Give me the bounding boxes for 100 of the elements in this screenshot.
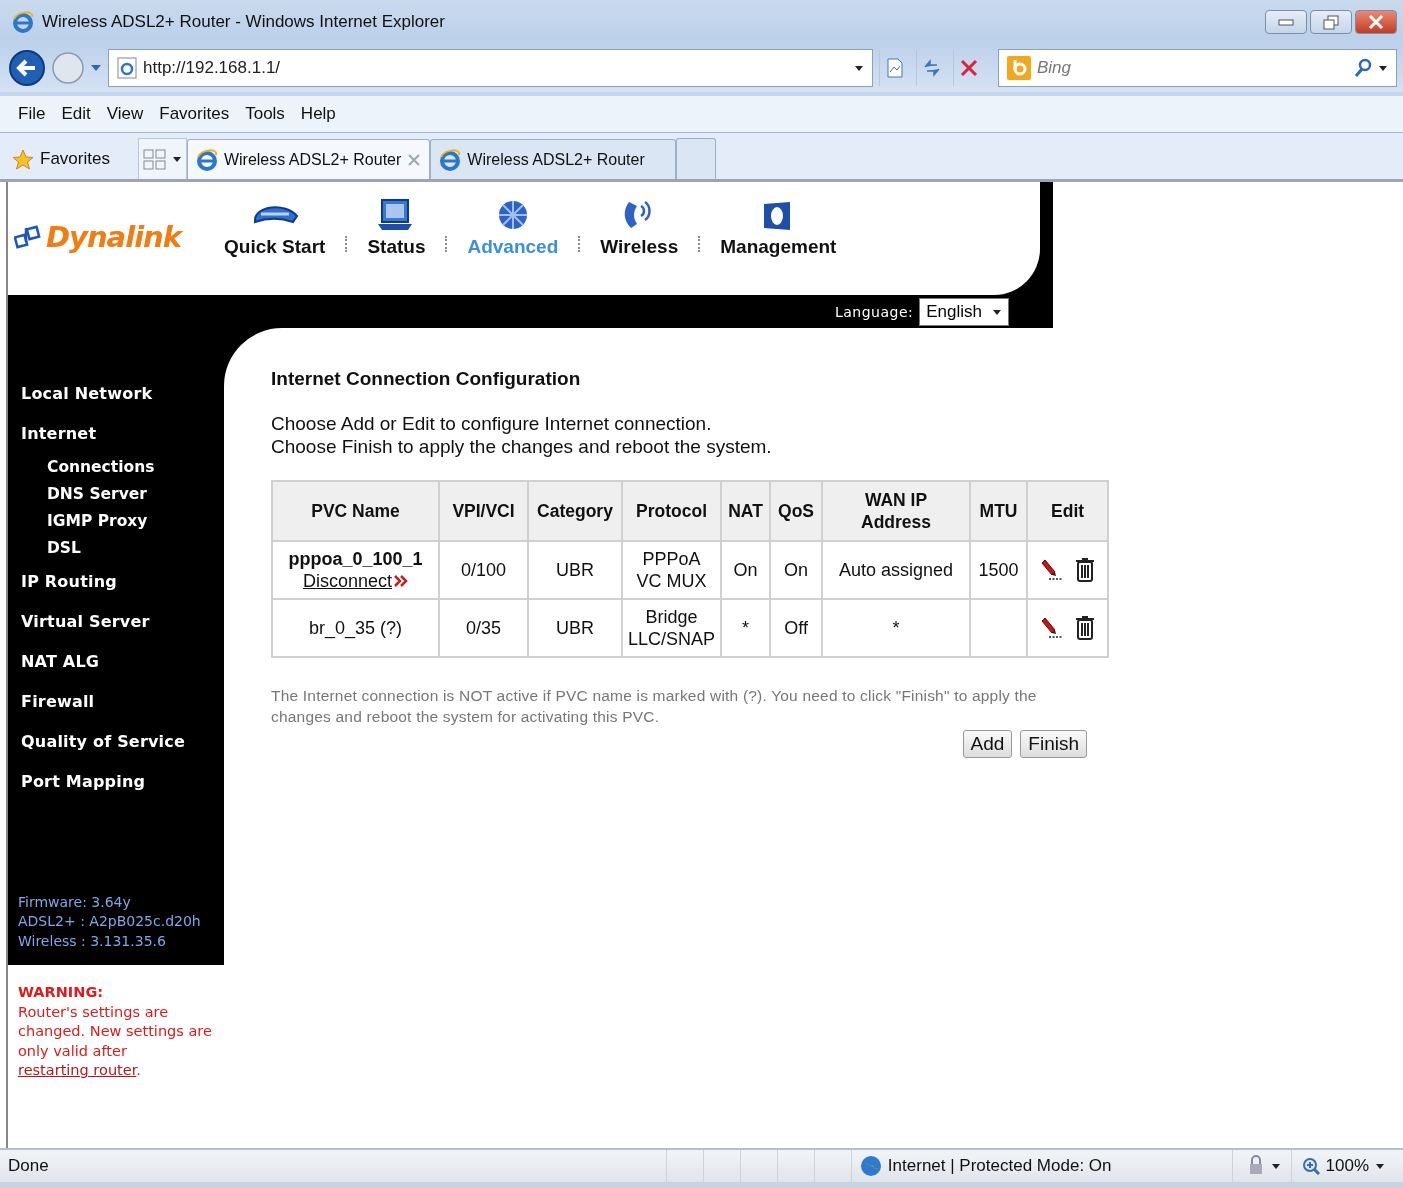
search-icon[interactable] <box>1354 58 1372 78</box>
favorites-button[interactable]: Favorites <box>40 149 110 169</box>
nav-tab[interactable]: Status <box>367 198 426 258</box>
security-zone: Internet | Protected Mode: On <box>887 1156 1112 1176</box>
window-title: Wireless ADSL2+ Router - Windows Internet Explorer <box>42 12 446 32</box>
version-info: Wireless : 3.131.35.6 <box>18 931 167 951</box>
language-select[interactable]: English <box>919 297 1009 326</box>
delete-button[interactable] <box>1074 615 1095 641</box>
sidebar-subitem[interactable]: DSL <box>21 535 224 562</box>
edit-button[interactable] <box>1040 616 1065 640</box>
menu-item[interactable]: Edit <box>53 104 99 124</box>
column-header: MTU <box>970 481 1028 541</box>
table-cell: UBR <box>528 541 622 599</box>
restore-icon <box>1323 14 1339 30</box>
page-icon <box>195 148 218 171</box>
nav-tab[interactable]: Wireless <box>600 198 679 258</box>
stop-icon[interactable] <box>959 58 979 78</box>
dropdown-caret-icon[interactable] <box>854 63 864 73</box>
page-icon <box>439 148 462 171</box>
column-header: Protocol <box>622 481 722 541</box>
delete-button[interactable] <box>1074 557 1095 583</box>
table-cell: 1500 <box>970 541 1028 599</box>
pencil-icon <box>1040 558 1065 582</box>
trash-icon <box>1074 557 1095 583</box>
table-cell: Bridge LLC/SNAP <box>622 599 722 657</box>
globe-icon <box>859 1155 882 1177</box>
table-cell: * <box>721 599 771 657</box>
disconnect-link[interactable]: Disconnect <box>302 570 408 592</box>
version-info: ADSL2+ : A2pB025c.d20h <box>18 912 202 931</box>
restore-button[interactable] <box>1310 10 1352 34</box>
logo-icon <box>14 224 42 250</box>
table-cell: Off <box>770 599 823 657</box>
status-text: Done <box>8 1156 50 1176</box>
nav-tab[interactable]: Management <box>720 198 837 258</box>
menu-item[interactable]: View <box>98 104 152 124</box>
column-header: Category <box>528 481 622 541</box>
table-cell: On <box>770 541 823 599</box>
table-cell: pppoa_0_100_1 Disconnect <box>272 541 439 599</box>
version-info: Firmware: 3.64y <box>18 892 132 912</box>
minimize-button[interactable] <box>1265 10 1307 34</box>
nav-tab[interactable]: Quick Start <box>224 198 326 258</box>
edit-button[interactable] <box>1040 558 1065 582</box>
zoom-icon[interactable] <box>1301 1157 1320 1175</box>
column-header: WAN IP Address <box>822 481 971 541</box>
sidebar-subitem[interactable]: DNS Server <box>21 481 224 508</box>
menu-item[interactable]: Help <box>292 104 344 124</box>
brand-logo: Dynalink <box>46 220 181 254</box>
search-options-caret-icon[interactable] <box>1378 63 1388 73</box>
menu-item[interactable]: Tools <box>237 104 293 124</box>
sidebar-item[interactable]: Quality of Service <box>21 722 224 762</box>
search-field[interactable]: Bing <box>998 49 1397 87</box>
menu-item[interactable]: File <box>10 104 54 124</box>
star-icon <box>12 148 34 170</box>
protected-mode-caret-icon[interactable] <box>1270 1161 1281 1171</box>
language-label: Language: <box>834 303 914 320</box>
action-button[interactable]: Add <box>962 730 1013 758</box>
warning-text: Router's settings are changed. New settings are only valid after restarting router. <box>18 1002 213 1080</box>
page-heading: Internet Connection Configuration <box>271 368 582 390</box>
sidebar-subitem[interactable]: IGMP Proxy <box>21 508 224 535</box>
action-button[interactable]: Finish <box>1020 730 1087 758</box>
sidebar-item[interactable]: NAT ALG <box>21 642 224 682</box>
table-cell: br_0_35 (?) <box>272 599 439 657</box>
restart-link[interactable]: restarting router <box>18 1062 137 1078</box>
instruction-text: Choose Add or Edit to configure Internet connection. <box>271 412 713 435</box>
browser-tab[interactable]: Wireless ADSL2+ Router <box>186 139 431 179</box>
column-header: VPI/VCI <box>439 481 528 541</box>
minimize-icon <box>1278 17 1294 27</box>
page-icon <box>117 57 137 79</box>
table-cell: 0/35 <box>439 599 528 657</box>
pencil-icon <box>1040 616 1065 640</box>
compatibility-view-icon[interactable] <box>885 58 905 78</box>
table-cell: PPPoA VC MUX <box>622 541 722 599</box>
sidebar-item[interactable]: Virtual Server <box>21 602 224 642</box>
address-field[interactable]: http://192.168.1.1/ <box>108 49 873 87</box>
trash-icon <box>1074 615 1095 641</box>
table-cell: * <box>822 599 971 657</box>
note-text: The Internet connection is NOT active if PVC name is marked with (?). You need to click "Finish" to apply the changes and reboot the system for activating this PVC. <box>271 686 1038 727</box>
back-button-icon[interactable] <box>8 49 46 87</box>
sidebar-subitem[interactable]: Connections <box>21 454 224 481</box>
zoom-caret-icon[interactable] <box>1375 1161 1385 1171</box>
warning-title: WARNING: <box>18 983 105 1002</box>
column-header: Edit <box>1027 481 1109 541</box>
column-header: PVC Name <box>272 481 439 541</box>
sidebar-item[interactable]: Internet <box>21 414 224 454</box>
bing-logo-icon <box>1007 56 1031 80</box>
close-icon <box>1368 14 1384 30</box>
browser-tab[interactable]: Wireless ADSL2+ Router <box>430 139 676 179</box>
close-button[interactable] <box>1355 10 1397 34</box>
sidebar-item[interactable]: Port Mapping <box>21 762 224 802</box>
column-header: QoS <box>770 481 823 541</box>
sidebar-item[interactable]: Firewall <box>21 682 224 722</box>
refresh-icon[interactable] <box>921 57 943 79</box>
double-chevron-icon <box>394 574 408 588</box>
zoom-level[interactable]: 100% <box>1325 1156 1369 1176</box>
menu-item[interactable]: Favorites <box>151 104 238 124</box>
sidebar-item[interactable]: IP Routing <box>21 562 224 602</box>
table-cell: Auto assigned <box>822 541 971 599</box>
sidebar-item[interactable]: Local Network <box>21 374 224 414</box>
table-cell: On <box>721 541 771 599</box>
tab-list-caret-icon[interactable] <box>171 154 182 164</box>
